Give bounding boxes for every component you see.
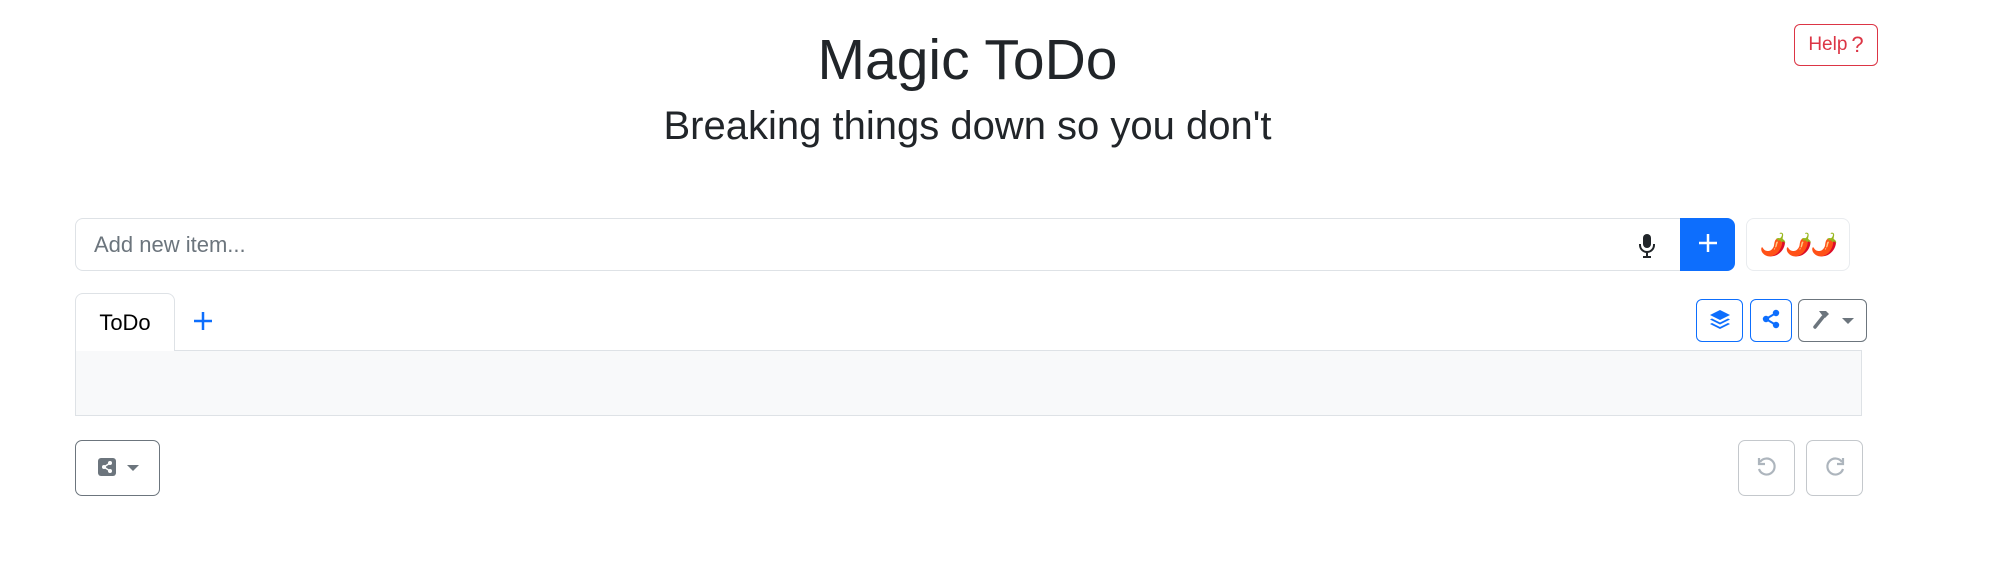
redo-icon: [1823, 455, 1847, 482]
plus-icon: [1697, 232, 1719, 257]
share-nodes-icon: [1761, 309, 1781, 332]
share-button[interactable]: [1750, 299, 1792, 342]
microphone-icon[interactable]: [1638, 233, 1656, 259]
layers-icon: [1709, 308, 1731, 333]
todo-list-panel: [75, 350, 1862, 416]
layers-button[interactable]: [1696, 299, 1743, 342]
add-item-group: [75, 218, 1735, 271]
undo-icon: [1755, 455, 1779, 482]
page-title: Magic ToDo: [817, 28, 1118, 92]
tools-dropdown-button[interactable]: [1798, 299, 1867, 342]
chevron-down-icon: [1841, 317, 1854, 324]
share-square-icon: [97, 457, 117, 480]
spiciness-level: 🌶️🌶️🌶️: [1759, 231, 1838, 257]
plus-icon: [194, 312, 212, 330]
add-tab-button[interactable]: [187, 305, 219, 337]
undo-button[interactable]: [1738, 440, 1795, 496]
redo-button[interactable]: [1806, 440, 1863, 496]
question-icon: ?: [1851, 32, 1864, 57]
hammer-icon: [1812, 308, 1834, 333]
tab-label: ToDo: [99, 309, 151, 335]
page-subtitle: Breaking things down so you don't: [663, 104, 1272, 148]
add-item-input[interactable]: [76, 219, 1680, 270]
export-dropdown-button[interactable]: [75, 440, 160, 496]
help-button[interactable]: Help ?: [1794, 24, 1878, 66]
spiciness-button[interactable]: 🌶️🌶️🌶️: [1746, 218, 1850, 271]
page: Magic ToDo Breaking things down so you d…: [0, 0, 2000, 588]
help-label: Help: [1808, 34, 1848, 55]
add-item-button[interactable]: [1680, 218, 1735, 271]
list-tabs: ToDo: [75, 293, 1867, 351]
chevron-down-icon: [126, 465, 139, 471]
tab-todo[interactable]: ToDo: [75, 293, 175, 351]
add-item-field-wrapper: [75, 218, 1680, 271]
